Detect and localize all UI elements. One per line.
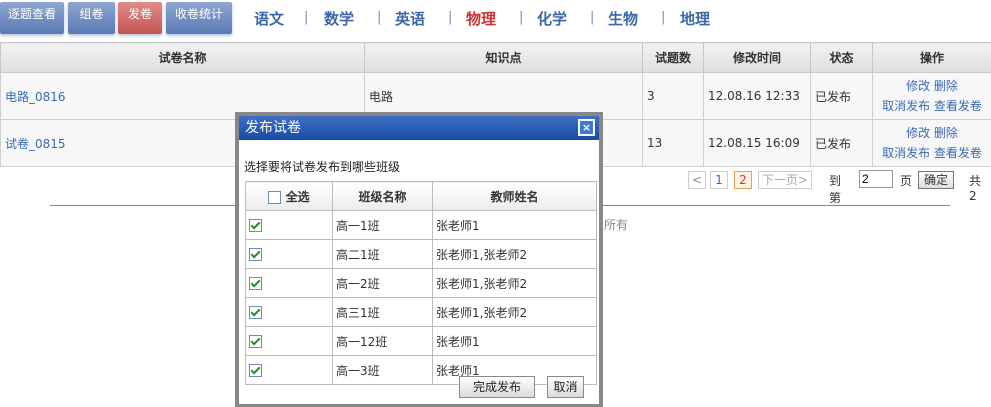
page-1-link[interactable]: 1 (710, 171, 728, 189)
cancel-publish-link[interactable]: 取消发布 (882, 99, 930, 113)
top-nav: 逐题查看 组卷 发卷 收卷统计 语文 | 数学 | 英语 | 物理 | 化学 |… (0, 0, 991, 42)
paper-name-link[interactable]: 试卷_0815 (5, 137, 66, 151)
select-all-checkbox[interactable] (268, 191, 281, 204)
view-distribution-link[interactable]: 查看发卷 (934, 99, 982, 113)
subject-math[interactable]: 数学 (324, 8, 354, 29)
class-row: 高二1班 张老师1,张老师2 (246, 240, 597, 269)
subject-chinese[interactable]: 语文 (254, 8, 284, 29)
class-name-cell: 高一12班 (333, 327, 433, 356)
subject-chemistry[interactable]: 化学 (537, 8, 567, 29)
col-header-count: 试题数 (643, 43, 704, 73)
delete-link[interactable]: 删除 (934, 126, 958, 140)
nav-button-distribute[interactable]: 发卷 (118, 2, 162, 34)
close-icon: × (580, 121, 593, 134)
class-checkbox[interactable] (249, 364, 262, 377)
teacher-cell: 张老师1,张老师2 (433, 240, 597, 269)
cancel-publish-link[interactable]: 取消发布 (882, 146, 930, 160)
nav-button-view-by-question[interactable]: 逐题查看 (0, 2, 64, 34)
goto-confirm-button[interactable]: 确定 (918, 171, 954, 189)
teacher-cell: 张老师1,张老师2 (433, 298, 597, 327)
nav-button-compose[interactable]: 组卷 (68, 2, 115, 34)
time-cell: 12.08.15 16:09 (704, 120, 811, 167)
subject-geography[interactable]: 地理 (680, 8, 710, 29)
class-row: 高一1班 张老师1 (246, 211, 597, 240)
total-pages-text: 共2 (969, 172, 981, 203)
next-page-button[interactable]: 下一页> (758, 171, 812, 189)
nav-separator: | (448, 10, 452, 25)
class-table: 全选 班级名称 教师姓名 高一1班 张老师1 高二1班 张老师1,张老师2 (245, 181, 597, 385)
col-header-status: 状态 (811, 43, 873, 73)
paper-name-link[interactable]: 电路_0816 (5, 90, 66, 104)
class-name-cell: 高一1班 (333, 211, 433, 240)
publish-dialog: 发布试卷 × 选择要将试卷发布到哪些班级 全选 班级名称 教师姓名 (235, 112, 603, 407)
count-cell: 3 (643, 73, 704, 120)
col-header-actions: 操作 (873, 43, 991, 73)
edit-link[interactable]: 修改 (906, 79, 930, 93)
class-checkbox[interactable] (249, 248, 262, 261)
dialog-title: 发布试卷 (245, 120, 301, 136)
count-cell: 13 (643, 120, 704, 167)
footer-text: 所有 (604, 216, 628, 233)
col-header-paper-name: 试卷名称 (1, 43, 365, 73)
nav-button-collect-stats[interactable]: 收卷统计 (166, 2, 232, 34)
select-all-label: 全选 (286, 190, 310, 204)
class-checkbox[interactable] (249, 335, 262, 348)
prev-page-button[interactable]: < (688, 171, 706, 189)
class-name-cell: 高一2班 (333, 269, 433, 298)
close-button[interactable]: × (578, 119, 595, 136)
subject-physics[interactable]: 物理 (466, 8, 496, 29)
nav-separator: | (377, 10, 381, 25)
dialog-message: 选择要将试卷发布到哪些班级 (244, 158, 400, 175)
select-all-header[interactable]: 全选 (246, 182, 333, 211)
edit-link[interactable]: 修改 (906, 126, 930, 140)
nav-separator: | (304, 10, 308, 25)
page-number-input[interactable] (859, 170, 893, 188)
col-header-modified: 修改时间 (704, 43, 811, 73)
delete-link[interactable]: 删除 (934, 79, 958, 93)
view-distribution-link[interactable]: 查看发卷 (934, 146, 982, 160)
class-name-cell: 高二1班 (333, 240, 433, 269)
page-unit-label: 页 (900, 172, 912, 189)
nav-separator: | (661, 10, 665, 25)
class-row: 高一3班 张老师1 (246, 356, 597, 385)
class-row: 高一12班 张老师1 (246, 327, 597, 356)
class-row: 高三1班 张老师1,张老师2 (246, 298, 597, 327)
subject-english[interactable]: 英语 (395, 8, 425, 29)
actions-cell: 修改 删除 取消发布 查看发卷 (873, 120, 991, 167)
nav-separator: | (519, 10, 523, 25)
teacher-cell: 张老师1,张老师2 (433, 269, 597, 298)
col-header-class-name: 班级名称 (333, 182, 433, 211)
class-checkbox[interactable] (249, 219, 262, 232)
teacher-cell: 张老师1 (433, 211, 597, 240)
col-header-topic: 知识点 (365, 43, 643, 73)
page-2-current[interactable]: 2 (734, 171, 752, 189)
class-name-cell: 高一3班 (333, 356, 433, 385)
class-row: 高一2班 张老师1,张老师2 (246, 269, 597, 298)
nav-separator: | (590, 10, 594, 25)
status-cell: 已发布 (811, 73, 873, 120)
status-cell: 已发布 (811, 120, 873, 167)
class-checkbox[interactable] (249, 277, 262, 290)
cancel-button[interactable]: 取消 (547, 376, 584, 398)
col-header-teacher: 教师姓名 (433, 182, 597, 211)
goto-label: 到第 (829, 172, 841, 206)
dialog-title-bar: 发布试卷 × (239, 116, 599, 140)
class-checkbox[interactable] (249, 306, 262, 319)
time-cell: 12.08.16 12:33 (704, 73, 811, 120)
actions-cell: 修改 删除 取消发布 查看发卷 (873, 73, 991, 120)
subject-biology[interactable]: 生物 (608, 8, 638, 29)
publish-button[interactable]: 完成发布 (459, 376, 535, 398)
teacher-cell: 张老师1 (433, 327, 597, 356)
dialog-body: 发布试卷 × 选择要将试卷发布到哪些班级 全选 班级名称 教师姓名 (239, 116, 599, 404)
class-name-cell: 高三1班 (333, 298, 433, 327)
